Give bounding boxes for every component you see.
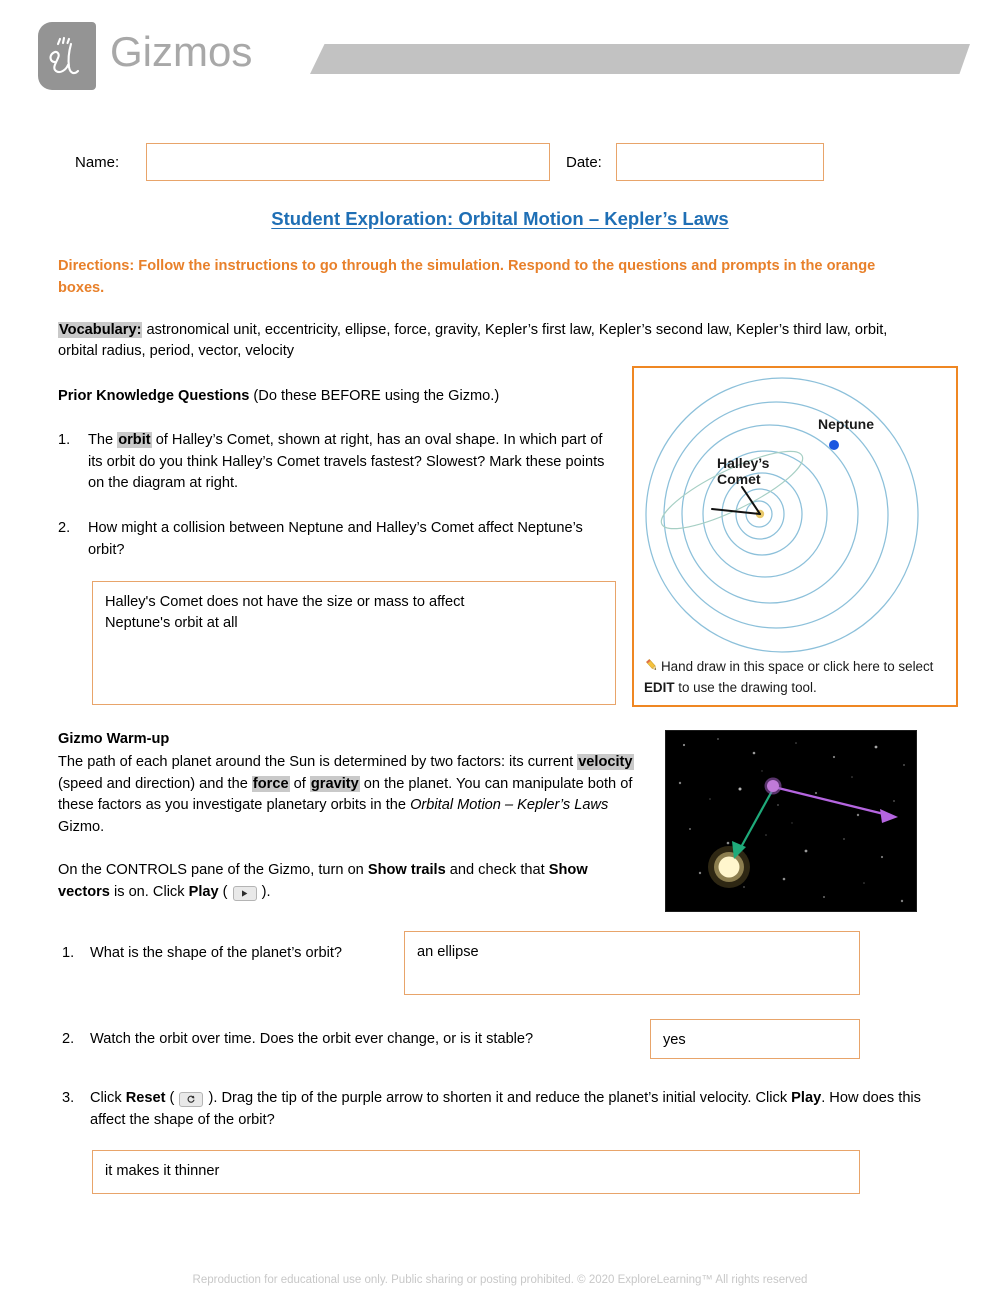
vocabulary-line: Vocabulary: astronomical unit, eccentric… bbox=[58, 320, 913, 362]
wu-p2-d: ( bbox=[218, 883, 232, 900]
pk-q1-part-a: The bbox=[88, 432, 118, 448]
pk-question-1-number: 1. bbox=[58, 432, 71, 448]
orbit-diagram-panel[interactable]: Neptune Halley’s Comet Hand draw in this… bbox=[632, 366, 958, 707]
directions-text: Directions: Follow the instructions to g… bbox=[58, 258, 876, 296]
halleys-comet-label-line1: Halley’s bbox=[717, 455, 770, 471]
halleys-comet-label: Halley’s Comet bbox=[717, 455, 769, 487]
page-title: Student Exploration: Orbital Motion – Ke… bbox=[271, 208, 729, 229]
wu-q3-c: ). Drag the tip of the purple arrow to s… bbox=[204, 1090, 792, 1106]
play-icon[interactable] bbox=[232, 885, 257, 901]
neptune-dot bbox=[829, 440, 839, 450]
wu-q3-a: Click bbox=[90, 1090, 126, 1106]
pk-question-2-text: How might a collision between Neptune an… bbox=[88, 520, 583, 558]
date-input[interactable] bbox=[616, 143, 824, 181]
gizmos-wordmark: Gizmos bbox=[110, 28, 253, 75]
el-monogram-icon bbox=[49, 36, 80, 75]
warmup-answer-1-input[interactable]: an ellipse bbox=[404, 931, 860, 995]
pk-q1-highlight-orbit: orbit bbox=[117, 432, 152, 448]
wu-p1-a: The path of each planet around the Sun i… bbox=[58, 754, 578, 770]
date-label: Date: bbox=[566, 154, 602, 171]
planet-body bbox=[767, 780, 779, 792]
pk-answer-2-input[interactable]: Halley's Comet does not have the size or… bbox=[92, 581, 616, 705]
wu-q3-reset-bold: Reset bbox=[125, 1090, 166, 1106]
warmup-answer-2-input[interactable]: yes bbox=[650, 1019, 860, 1059]
halleys-comet-label-line2: Comet bbox=[717, 471, 761, 487]
prior-knowledge-heading-rest: (Do these BEFORE using the Gizmo.) bbox=[249, 388, 500, 404]
sun-body bbox=[718, 856, 740, 878]
header-banner-bar bbox=[310, 44, 970, 74]
wu-p1-c: of bbox=[289, 775, 310, 792]
wu-gizmo-title-italic: Orbital Motion – Kepler’s Laws bbox=[410, 797, 609, 813]
neptune-label: Neptune bbox=[818, 416, 874, 432]
name-input[interactable] bbox=[146, 143, 550, 181]
pencil-icon bbox=[644, 658, 659, 678]
warmup-answer-3-input[interactable]: it makes it thinner bbox=[92, 1150, 860, 1194]
warmup-question-2-number: 2. bbox=[62, 1031, 75, 1047]
pk-q1-part-b: of Halley’s Comet, shown at right, has a… bbox=[88, 432, 605, 491]
vocabulary-terms: astronomical unit, eccentricity, ellipse… bbox=[58, 322, 888, 359]
page-header: Gizmos bbox=[0, 0, 1000, 110]
orbit-caption-part-b: to use the drawing tool. bbox=[674, 680, 817, 695]
pk-question-1-text: The orbit of Halley’s Comet, shown at ri… bbox=[88, 430, 618, 495]
wu-highlight-gravity: gravity bbox=[309, 775, 360, 792]
gizmo-warmup-paragraph-1: The path of each planet around the Sun i… bbox=[58, 752, 638, 838]
gizmo-warmup-heading: Gizmo Warm-up bbox=[58, 731, 170, 747]
wu-p2-e: ). bbox=[257, 883, 271, 900]
warmup-question-1-text: What is the shape of the planet’s orbit? bbox=[90, 945, 343, 961]
prior-knowledge-heading-bold: Prior Knowledge Questions bbox=[58, 388, 250, 404]
page-footer: Reproduction for educational use only. P… bbox=[192, 1274, 808, 1286]
wu-p2-c: is on. Click bbox=[109, 883, 189, 900]
wu-highlight-force: force bbox=[251, 775, 290, 792]
vocabulary-label: Vocabulary: bbox=[58, 322, 143, 338]
wu-q3-b: ( bbox=[165, 1090, 179, 1106]
wu-play-bold: Play bbox=[188, 883, 219, 900]
starfield-simulation-svg bbox=[666, 731, 916, 911]
wu-p2-a: On the CONTROLS pane of the Gizmo, turn … bbox=[58, 862, 368, 878]
wu-q3-play-bold: Play bbox=[791, 1090, 822, 1106]
warmup-question-3-text: Click Reset ( ). Drag the tip of the pur… bbox=[90, 1088, 940, 1131]
wu-show-trails-bold: Show trails bbox=[367, 862, 446, 878]
orbit-caption-part-a: Hand draw in this space or click here to… bbox=[661, 659, 934, 674]
gizmos-logo-mark bbox=[38, 22, 96, 90]
orbit-panel-caption: Hand draw in this space or click here to… bbox=[644, 657, 950, 697]
orbit-simulation-image bbox=[665, 730, 917, 912]
wu-p1-b: (speed and direction) and the bbox=[58, 775, 252, 792]
reset-icon[interactable] bbox=[179, 1091, 204, 1107]
wu-p2-b: and check that bbox=[445, 862, 549, 878]
orbit-caption-edit-word: EDIT bbox=[644, 680, 675, 695]
pk-question-2-number: 2. bbox=[58, 520, 71, 536]
warmup-question-1-number: 1. bbox=[62, 945, 75, 961]
prior-knowledge-heading: Prior Knowledge Questions (Do these BEFO… bbox=[58, 386, 499, 407]
halleys-comet-orbit-diagram bbox=[645, 377, 919, 653]
name-label: Name: bbox=[75, 154, 120, 171]
wu-highlight-velocity: velocity bbox=[577, 754, 634, 770]
warmup-question-3-number: 3. bbox=[62, 1090, 75, 1106]
wu-p1-e: Gizmo. bbox=[58, 818, 105, 835]
warmup-question-2-text: Watch the orbit over time. Does the orbi… bbox=[90, 1031, 534, 1047]
gizmo-warmup-paragraph-2: On the CONTROLS pane of the Gizmo, turn … bbox=[58, 860, 638, 903]
